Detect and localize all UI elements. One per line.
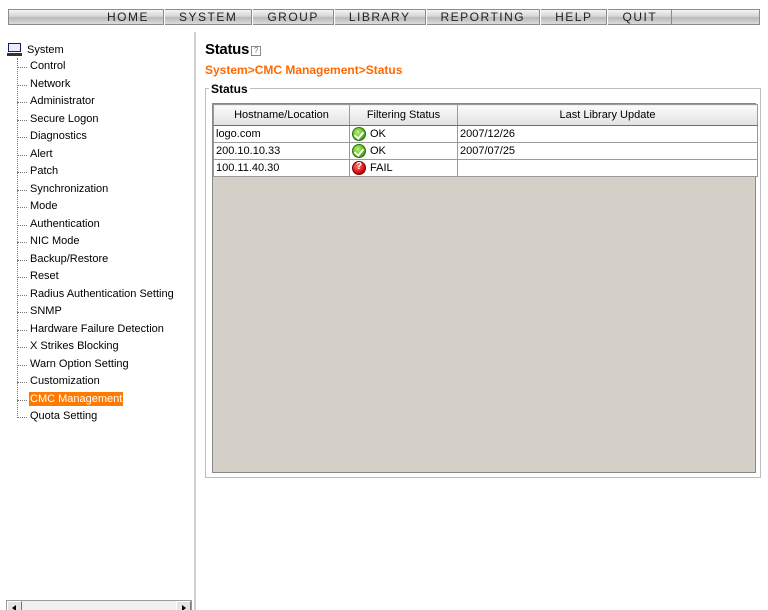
ok-check-icon xyxy=(352,127,366,141)
tree-root-label: System xyxy=(27,43,64,56)
top-menu-bar: HOME SYSTEM GROUP LIBRARY REPORTING HELP… xyxy=(0,0,768,32)
sidebar-item-authentication[interactable]: Authentication xyxy=(17,216,175,234)
cell-last-update xyxy=(457,159,758,177)
sidebar-item-network[interactable]: Network xyxy=(17,76,175,94)
arrow-right-icon xyxy=(182,605,186,610)
sidebar-item-control[interactable]: Control xyxy=(17,58,175,76)
sidebar-item-snmp[interactable]: SNMP xyxy=(17,303,175,321)
main-content: Status ? System>CMC Management>Status St… xyxy=(198,32,768,610)
page-title: Status xyxy=(205,41,250,58)
help-icon[interactable]: ? xyxy=(251,45,262,56)
status-text: OK xyxy=(370,128,386,140)
sidebar-item-mode[interactable]: Mode xyxy=(17,198,175,216)
menu-items: HOME SYSTEM GROUP LIBRARY REPORTING HELP… xyxy=(93,9,673,25)
menu-system[interactable]: SYSTEM xyxy=(164,9,253,25)
status-table: Hostname/Location Filtering Status Last … xyxy=(213,104,758,177)
menu-reporting[interactable]: REPORTING xyxy=(425,9,541,25)
computer-icon xyxy=(7,42,23,57)
status-grid: Hostname/Location Filtering Status Last … xyxy=(212,103,758,473)
cell-hostname: logo.com xyxy=(213,125,350,143)
sidebar-item-patch[interactable]: Patch xyxy=(17,163,175,181)
ok-check-icon xyxy=(352,144,366,158)
sidebar-item-customization[interactable]: Customization xyxy=(17,373,175,391)
menu-group[interactable]: GROUP xyxy=(252,9,334,25)
tree-children: Control Network Administrator Secure Log… xyxy=(17,58,175,426)
sidebar-item-backup-restore[interactable]: Backup/Restore xyxy=(17,251,175,269)
sidebar-item-diagnostics[interactable]: Diagnostics xyxy=(17,128,175,146)
status-text: FAIL xyxy=(370,162,393,174)
table-row[interactable]: logo.com OK 2007/12/26 xyxy=(213,125,758,143)
status-section: Status Hostname/Location Filtering Statu… xyxy=(205,82,761,478)
sidebar-item-secure-logon[interactable]: Secure Logon xyxy=(17,111,175,129)
fail-question-icon xyxy=(352,161,366,175)
sidebar-item-hardware-failure[interactable]: Hardware Failure Detection xyxy=(17,321,175,339)
sidebar-item-warn-option[interactable]: Warn Option Setting xyxy=(17,356,175,374)
scroll-left-button[interactable] xyxy=(7,601,22,610)
cell-hostname: 200.10.10.33 xyxy=(213,142,350,160)
sidebar-item-nic-mode[interactable]: NIC Mode xyxy=(17,233,175,251)
sidebar-item-alert[interactable]: Alert xyxy=(17,146,175,164)
tree-root-system[interactable]: System xyxy=(7,41,175,58)
sidebar-item-synchronization[interactable]: Synchronization xyxy=(17,181,175,199)
cell-status: OK xyxy=(349,125,458,143)
table-row[interactable]: 200.10.10.33 OK 2007/07/25 xyxy=(213,142,758,160)
cell-hostname: 100.11.40.30 xyxy=(213,159,350,177)
sidebar-horizontal-scrollbar[interactable] xyxy=(6,600,192,610)
cell-last-update: 2007/12/26 xyxy=(457,125,758,143)
cell-status: FAIL xyxy=(349,159,458,177)
menu-quit[interactable]: QUIT xyxy=(607,9,673,25)
arrow-left-icon xyxy=(12,605,16,610)
sidebar: System Control Network Administrator Sec… xyxy=(0,32,196,610)
table-header-row: Hostname/Location Filtering Status Last … xyxy=(213,104,758,126)
menu-library[interactable]: LIBRARY xyxy=(333,9,426,25)
sidebar-item-quota-setting[interactable]: Quota Setting xyxy=(17,408,175,426)
sidebar-item-radius-authentication[interactable]: Radius Authentication Setting xyxy=(17,286,175,304)
sidebar-item-x-strikes[interactable]: X Strikes Blocking xyxy=(17,338,175,356)
title-row: Status ? xyxy=(205,41,262,58)
column-header-hostname[interactable]: Hostname/Location xyxy=(213,104,350,126)
cell-last-update: 2007/07/25 xyxy=(457,142,758,160)
breadcrumb: System>CMC Management>Status xyxy=(205,63,403,77)
status-text: OK xyxy=(370,145,386,157)
cell-status: OK xyxy=(349,142,458,160)
sidebar-item-cmc-management[interactable]: CMC Management xyxy=(17,391,175,409)
scroll-right-button[interactable] xyxy=(176,601,191,610)
column-header-last-update[interactable]: Last Library Update xyxy=(457,104,758,126)
sidebar-item-administrator[interactable]: Administrator xyxy=(17,93,175,111)
nav-tree: System Control Network Administrator Sec… xyxy=(7,41,175,426)
menu-help[interactable]: HELP xyxy=(540,9,608,25)
menu-home[interactable]: HOME xyxy=(93,9,164,25)
section-legend: Status xyxy=(209,82,250,96)
sidebar-item-reset[interactable]: Reset xyxy=(17,268,175,286)
table-row[interactable]: 100.11.40.30 FAIL xyxy=(213,159,758,177)
column-header-filtering-status[interactable]: Filtering Status xyxy=(349,104,458,126)
